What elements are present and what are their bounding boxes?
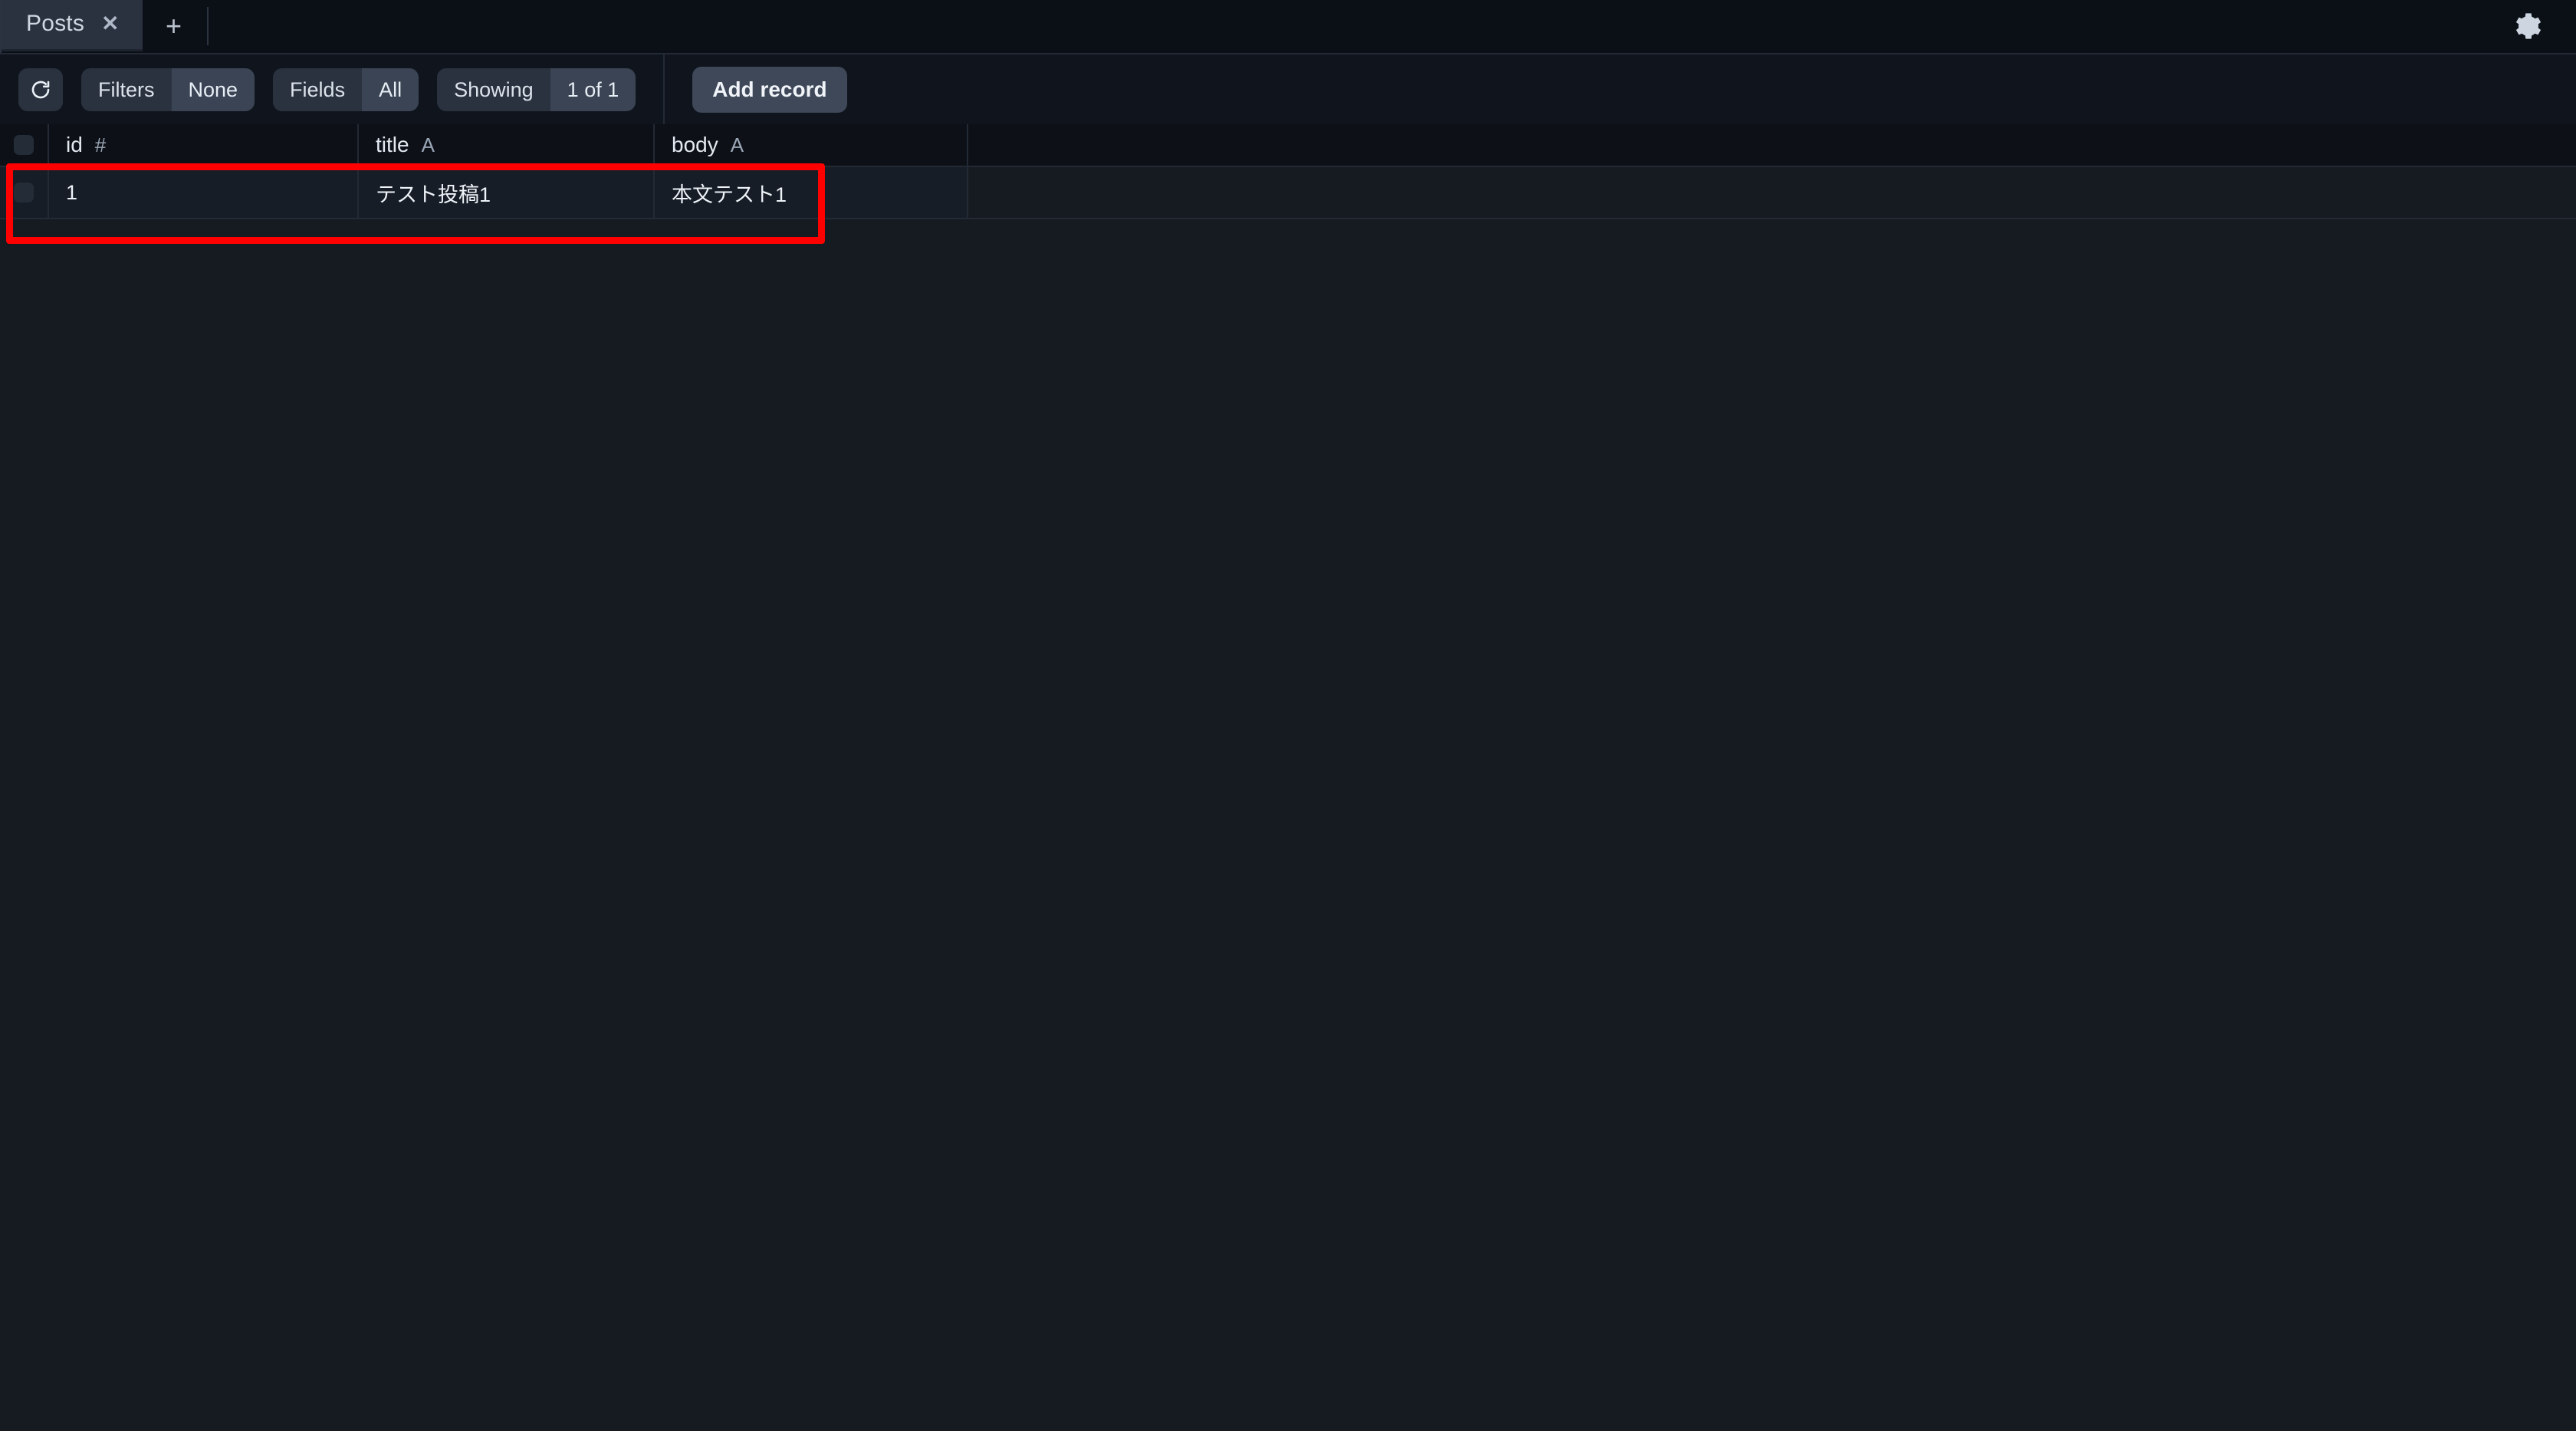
row-select-cell[interactable] [0, 167, 49, 218]
fields-control[interactable]: Fields All [273, 67, 419, 111]
select-all-cell[interactable] [0, 124, 49, 166]
grid-header-row: id # title A body A [0, 124, 2576, 167]
refresh-button[interactable] [18, 67, 63, 111]
grid-row-filler [968, 167, 2576, 218]
fields-label: Fields [273, 67, 363, 111]
filters-label: Filters [81, 67, 172, 111]
tab-bar: Posts ✕ + [0, 0, 2576, 54]
showing-value[interactable]: 1 of 1 [550, 67, 636, 111]
toolbar-divider [663, 54, 665, 124]
tab-bar-actions [2512, 0, 2576, 53]
data-grid: id # title A body A 1 テスト投稿1 本文テスト1 [0, 124, 2576, 1431]
showing-control[interactable]: Showing 1 of 1 [437, 67, 636, 111]
column-header-body[interactable]: body A [655, 124, 968, 166]
number-type-icon: # [94, 133, 107, 156]
cell-id[interactable]: 1 [49, 167, 359, 218]
column-header-title[interactable]: title A [359, 124, 655, 166]
new-tab-button[interactable]: + [143, 0, 205, 53]
cell-body[interactable]: 本文テスト1 [655, 167, 968, 218]
cell-title[interactable]: テスト投稿1 [359, 167, 655, 218]
close-icon[interactable]: ✕ [101, 13, 119, 35]
gear-icon[interactable] [2512, 11, 2542, 41]
row-select-checkbox[interactable] [14, 183, 34, 202]
grid-header-filler [968, 124, 2576, 166]
column-header-id[interactable]: id # [49, 124, 359, 166]
text-type-icon: A [421, 133, 435, 156]
filters-value[interactable]: None [171, 67, 255, 111]
showing-label: Showing [437, 67, 550, 111]
fields-value[interactable]: All [362, 67, 419, 111]
toolbar: Filters None Fields All Showing 1 of 1 A… [0, 54, 2576, 124]
column-header-id-label: id [66, 133, 83, 156]
refresh-icon [29, 78, 52, 101]
filters-control[interactable]: Filters None [81, 67, 255, 111]
tab-posts-label: Posts [26, 11, 85, 36]
text-type-icon: A [730, 133, 744, 156]
tab-bar-divider [206, 6, 209, 45]
table-row[interactable]: 1 テスト投稿1 本文テスト1 [0, 167, 2576, 219]
tab-strip: Posts ✕ + [0, 0, 209, 53]
add-record-button[interactable]: Add record [692, 66, 847, 113]
column-header-body-label: body [672, 133, 718, 156]
column-header-title-label: title [376, 133, 409, 156]
select-all-checkbox[interactable] [14, 135, 34, 155]
tab-posts[interactable]: Posts ✕ [2, 0, 143, 51]
